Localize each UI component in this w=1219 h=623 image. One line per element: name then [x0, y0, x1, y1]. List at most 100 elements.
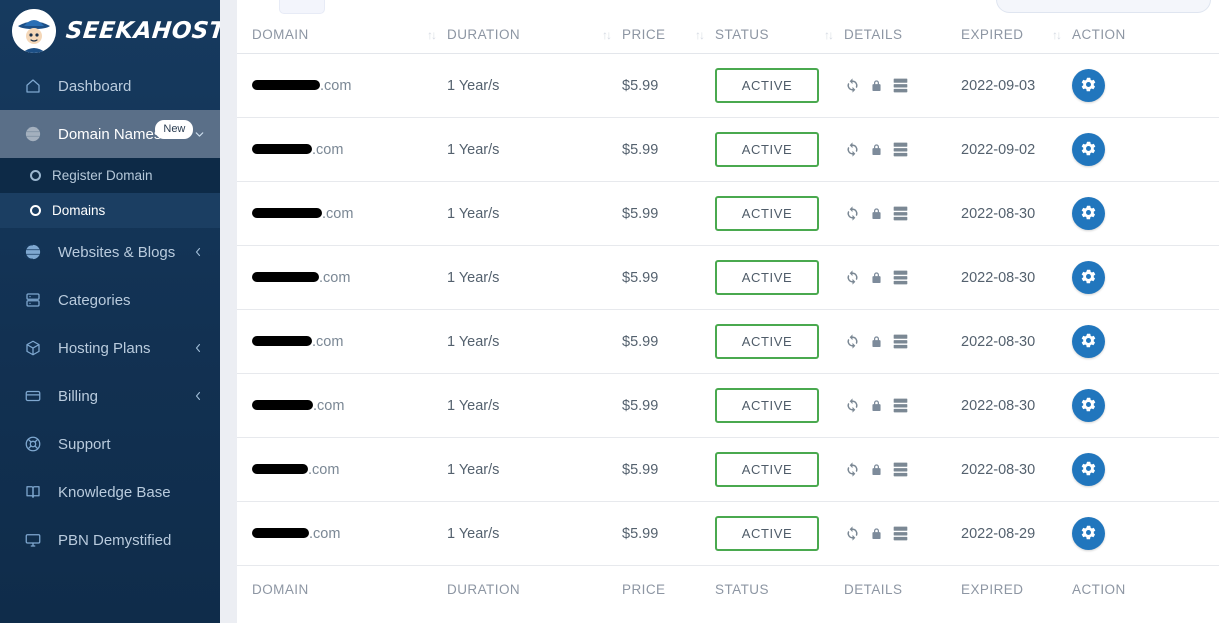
server-list-icon[interactable] [892, 462, 909, 477]
cell-duration: 1 Year/s [447, 181, 622, 246]
chevron-left-icon[interactable] [192, 390, 204, 402]
server-list-icon[interactable] [892, 398, 909, 413]
refresh-icon[interactable] [844, 141, 861, 158]
sidebar-item-websites-blogs[interactable]: Websites & Blogs [0, 228, 220, 276]
globe-icon [22, 125, 44, 143]
cell-expired: 2022-08-30 [961, 245, 1072, 310]
column-header-expired[interactable]: EXPIRED ↑↓ [961, 17, 1072, 54]
refresh-icon[interactable] [844, 269, 861, 286]
refresh-icon[interactable] [844, 397, 861, 414]
cell-duration: 1 Year/s [447, 53, 622, 118]
sidebar-item-domains[interactable]: Domains [0, 193, 220, 228]
server-list-icon[interactable] [892, 206, 909, 221]
row-settings-button[interactable] [1072, 453, 1105, 486]
sidebar-item-label: Billing [58, 387, 99, 405]
lifebuoy-icon [22, 435, 44, 453]
refresh-icon[interactable] [844, 205, 861, 222]
sort-updown-icon[interactable]: ↑↓ [602, 29, 612, 41]
footer-header-details: DETAILS [844, 565, 961, 608]
column-header-label: STATUS [715, 582, 769, 597]
cell-expired: 2022-08-30 [961, 373, 1072, 438]
cell-domain: .com [237, 53, 447, 118]
lock-icon[interactable] [869, 206, 884, 222]
column-header-price[interactable]: PRICE ↑↓ [622, 17, 715, 54]
row-settings-button[interactable] [1072, 389, 1105, 422]
sidebar-item-billing[interactable]: Billing [0, 372, 220, 420]
lock-icon[interactable] [869, 78, 884, 94]
refresh-icon[interactable] [844, 461, 861, 478]
row-settings-button[interactable] [1072, 69, 1105, 102]
refresh-icon[interactable] [844, 525, 861, 542]
status-badge: ACTIVE [715, 452, 819, 487]
column-header-label: DOMAIN [252, 582, 309, 597]
row-settings-button[interactable] [1072, 133, 1105, 166]
monitor-icon [22, 531, 44, 549]
column-header-duration[interactable]: DURATION ↑↓ [447, 17, 622, 54]
cell-action [1072, 373, 1219, 438]
cell-action [1072, 437, 1219, 502]
lock-icon[interactable] [869, 142, 884, 158]
cell-details [844, 53, 961, 118]
sidebar-gutter [220, 0, 237, 623]
row-settings-button[interactable] [1072, 261, 1105, 294]
chevron-left-icon[interactable] [192, 246, 204, 258]
cell-status: ACTIVE [715, 373, 844, 438]
domain-tld: .com [312, 333, 344, 350]
sidebar-item-knowledge-base[interactable]: Knowledge Base [0, 468, 220, 516]
sidebar-item-pbn-demystified[interactable]: PBN Demystified [0, 516, 220, 564]
lock-icon[interactable] [869, 526, 884, 542]
lock-icon[interactable] [869, 398, 884, 414]
chevron-down-icon[interactable] [193, 128, 206, 141]
cell-status: ACTIVE [715, 501, 844, 566]
sidebar-item-label: Domain Names [58, 125, 162, 143]
cell-expired: 2022-08-30 [961, 309, 1072, 374]
redacted-domain-name [252, 335, 312, 346]
server-list-icon[interactable] [892, 526, 909, 541]
cell-domain: .com [237, 117, 447, 182]
lock-icon[interactable] [869, 270, 884, 286]
sort-updown-icon[interactable]: ↑↓ [824, 29, 834, 41]
lock-icon[interactable] [869, 334, 884, 350]
footer-header-domain: DOMAIN [237, 565, 447, 608]
cell-domain: .com [237, 501, 447, 566]
sidebar-item-categories[interactable]: Categories [0, 276, 220, 324]
sort-updown-icon[interactable]: ↑↓ [1052, 29, 1062, 41]
status-badge: ACTIVE [715, 516, 819, 551]
server-list-icon[interactable] [892, 142, 909, 157]
cell-duration: 1 Year/s [447, 373, 622, 438]
search-input[interactable] [996, 0, 1211, 13]
row-settings-button[interactable] [1072, 197, 1105, 230]
cell-action [1072, 53, 1219, 118]
cell-action [1072, 501, 1219, 566]
sidebar-item-domain-names[interactable]: Domain Names New [0, 110, 220, 158]
cell-price: $5.99 [622, 245, 715, 310]
cell-status: ACTIVE [715, 245, 844, 310]
refresh-icon[interactable] [844, 333, 861, 350]
cell-duration: 1 Year/s [447, 437, 622, 502]
domain-tld: .com [313, 397, 345, 414]
sidebar-item-dashboard[interactable]: Dashboard [0, 62, 220, 110]
refresh-icon[interactable] [844, 77, 861, 94]
row-settings-button[interactable] [1072, 517, 1105, 550]
brand-header[interactable]: SEEKAHOST TM [0, 0, 220, 62]
row-settings-button[interactable] [1072, 325, 1105, 358]
column-header-domain[interactable]: DOMAIN ↑↓ [237, 17, 447, 54]
sort-updown-icon[interactable]: ↑↓ [695, 29, 705, 41]
sort-updown-icon[interactable]: ↑↓ [427, 29, 437, 41]
domain-tld: .com [320, 77, 352, 94]
lock-icon[interactable] [869, 462, 884, 478]
cell-status: ACTIVE [715, 437, 844, 502]
server-list-icon[interactable] [892, 334, 909, 349]
footer-header-status: STATUS [715, 565, 844, 608]
cell-details [844, 181, 961, 246]
page-length-select[interactable] [279, 0, 325, 14]
server-list-icon[interactable] [892, 78, 909, 93]
sidebar-item-hosting-plans[interactable]: Hosting Plans [0, 324, 220, 372]
cell-duration: 1 Year/s [447, 501, 622, 566]
sidebar-item-support[interactable]: Support [0, 420, 220, 468]
server-list-icon[interactable] [892, 270, 909, 285]
new-badge: New [155, 119, 194, 139]
column-header-status[interactable]: STATUS ↑↓ [715, 17, 844, 54]
sidebar-item-register-domain[interactable]: Register Domain [0, 158, 220, 193]
chevron-left-icon[interactable] [192, 342, 204, 354]
